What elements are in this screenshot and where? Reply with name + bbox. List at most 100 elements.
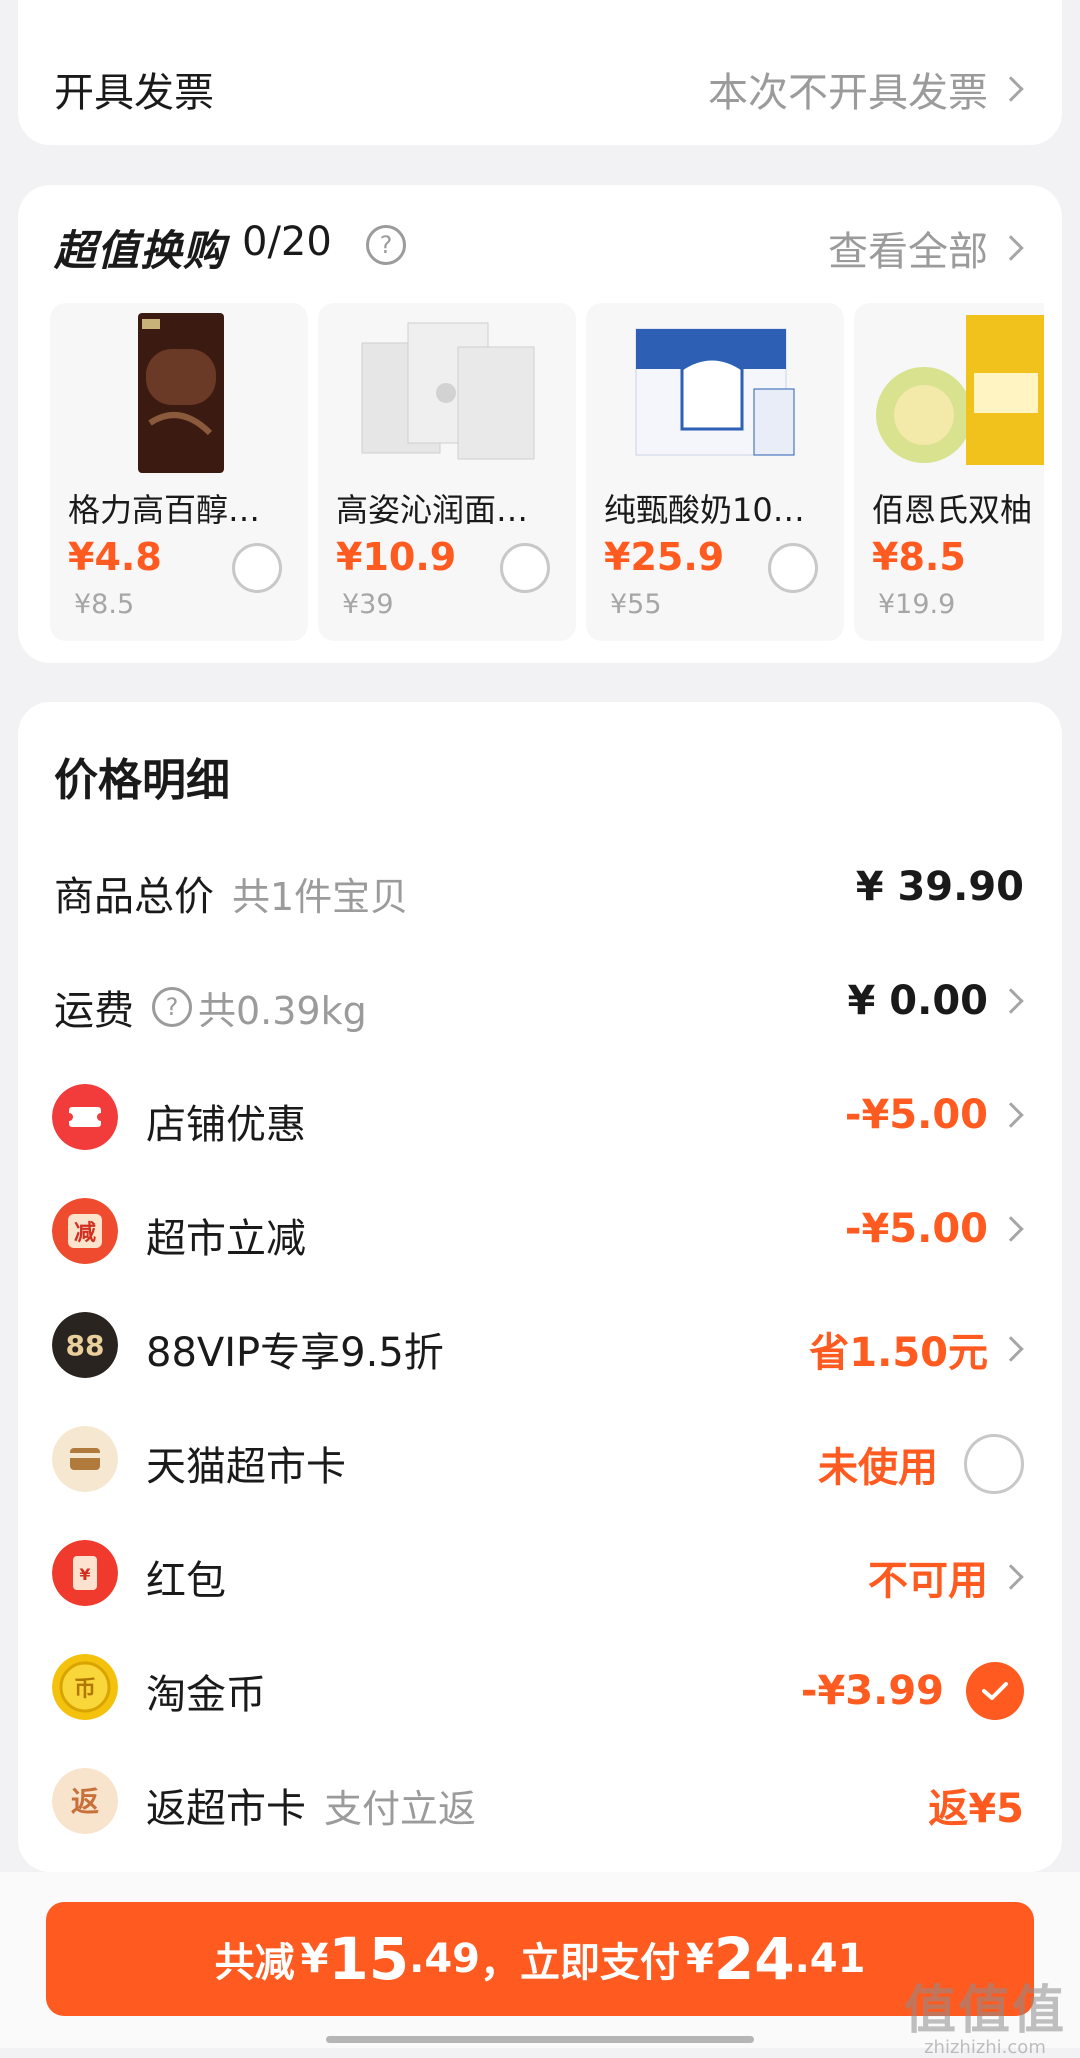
gold-coin-row[interactable]: 币 淘金币 -¥3.99 bbox=[18, 1648, 1062, 1728]
product-price: ¥8.5 bbox=[872, 535, 966, 579]
chevron-right-icon bbox=[998, 988, 1024, 1014]
product-image-face-mask bbox=[361, 322, 535, 460]
product-name: 纯甄酸奶10… bbox=[604, 491, 805, 529]
view-all-link[interactable]: 查看全部 bbox=[828, 219, 1024, 277]
chevron-right-icon bbox=[998, 1216, 1024, 1242]
shipping-weight: 共0.39kg bbox=[198, 988, 367, 1033]
gold-coin-icon-text: 币 bbox=[74, 1677, 96, 1702]
swap-count: 0/20 bbox=[242, 219, 332, 265]
product-image-juice bbox=[876, 315, 1044, 465]
invoice-title: 开具发票 bbox=[54, 70, 214, 116]
swap-section: 超值换购 0/20 ? 查看全部 格力高百醇… ¥4.8 ¥8.5 高姿沁润面…… bbox=[18, 185, 1062, 663]
tmall-card-radio[interactable] bbox=[964, 1434, 1024, 1494]
goods-total-label: 商品总价 bbox=[54, 874, 214, 920]
vip-88-icon: 88 bbox=[52, 1312, 118, 1378]
shipping-value: ¥ 0.00 bbox=[847, 978, 988, 1024]
gold-coin-value: -¥3.99 bbox=[800, 1668, 944, 1714]
product-price: ¥10.9 bbox=[336, 535, 457, 579]
pay-dec: .41 bbox=[794, 1936, 866, 1982]
goods-count: 共1件宝贝 bbox=[232, 875, 409, 919]
product-select-radio[interactable] bbox=[768, 543, 818, 593]
swap-title: 超值换购 bbox=[54, 226, 227, 275]
view-all-label: 查看全部 bbox=[828, 229, 988, 275]
product-original-price: ¥8.5 bbox=[74, 589, 135, 620]
pay-prefix: 共减 bbox=[214, 1940, 295, 1986]
shipping-label: 运费 bbox=[54, 988, 134, 1034]
chevron-right-icon bbox=[998, 1336, 1024, 1362]
vip-value: 省1.50元 bbox=[809, 1330, 988, 1376]
tmall-card-label: 天猫超市卡 bbox=[146, 1444, 346, 1490]
product-card[interactable]: 高姿沁润面… ¥10.9 ¥39 bbox=[318, 303, 576, 641]
vip-row[interactable]: 88 88VIP专享9.5折 省1.50元 bbox=[18, 1306, 1062, 1386]
jian-discount-icon: 减 bbox=[52, 1198, 118, 1264]
jian-discount-icon-text: 减 bbox=[74, 1220, 96, 1246]
chevron-right-icon bbox=[998, 76, 1024, 102]
pay-middle: ，立即支付 bbox=[480, 1940, 680, 1986]
product-card[interactable]: 格力高百醇… ¥4.8 ¥8.5 bbox=[50, 303, 308, 641]
product-original-price: ¥19.9 bbox=[878, 589, 956, 620]
chevron-right-icon bbox=[998, 235, 1024, 261]
chevron-right-icon bbox=[998, 1564, 1024, 1590]
market-discount-row[interactable]: 减 超市立减 -¥5.00 bbox=[18, 1192, 1062, 1272]
goods-total-row: 商品总价 共1件宝贝 ¥ 39.90 bbox=[18, 850, 1062, 930]
product-select-radio[interactable] bbox=[232, 543, 282, 593]
tmall-card-row[interactable]: 天猫超市卡 未使用 bbox=[18, 1420, 1062, 1500]
check-icon[interactable] bbox=[966, 1662, 1024, 1720]
red-packet-row[interactable]: ¥ 红包 不可用 bbox=[18, 1534, 1062, 1614]
shipping-row[interactable]: 运费 ? 共0.39kg ¥ 0.00 bbox=[18, 964, 1062, 1044]
red-packet-icon: ¥ bbox=[52, 1540, 118, 1606]
reduce-currency: ¥ bbox=[300, 1936, 329, 1982]
product-image-chocolate bbox=[138, 313, 224, 473]
question-circle-icon[interactable]: ? bbox=[366, 225, 406, 265]
pay-currency: ¥ bbox=[686, 1936, 714, 1982]
red-packet-value: 不可用 bbox=[868, 1558, 988, 1604]
rebate-icon-text: 返 bbox=[71, 1785, 99, 1818]
rebate-sub: 支付立返 bbox=[324, 1787, 477, 1831]
product-name: 格力高百醇… bbox=[68, 491, 261, 529]
product-select-radio[interactable] bbox=[500, 543, 550, 593]
product-price: ¥25.9 bbox=[604, 535, 725, 579]
store-discount-label: 店铺优惠 bbox=[146, 1102, 306, 1148]
product-name: 佰恩氏双柚 bbox=[872, 491, 1033, 529]
ticket-icon bbox=[52, 1084, 118, 1150]
pay-int: 24 bbox=[713, 1925, 795, 1993]
invoice-row[interactable]: 开具发票 本次不开具发票 bbox=[18, 0, 1062, 145]
reduce-int: 15 bbox=[328, 1925, 410, 1993]
product-card[interactable]: 佰恩氏双柚 ¥8.5 ¥19.9 bbox=[854, 303, 1044, 641]
chevron-right-icon bbox=[998, 1102, 1024, 1128]
rebate-row: 返 返超市卡 支付立返 返¥5 bbox=[18, 1762, 1062, 1842]
market-discount-label: 超市立减 bbox=[146, 1216, 306, 1262]
market-discount-value: -¥5.00 bbox=[844, 1206, 988, 1252]
invoice-value-text: 本次不开具发票 bbox=[708, 70, 988, 116]
tmall-card-value: 未使用 bbox=[818, 1445, 938, 1491]
reduce-dec: .49 bbox=[409, 1936, 480, 1982]
watermark: 值值值 zhizhizhi.com bbox=[904, 1968, 1066, 2058]
product-carousel[interactable]: 格力高百醇… ¥4.8 ¥8.5 高姿沁润面… ¥10.9 ¥39 纯甄酸奶10… bbox=[50, 303, 1044, 643]
product-image-yogurt bbox=[635, 328, 795, 456]
gold-coin-label: 淘金币 bbox=[146, 1672, 266, 1718]
store-discount-row[interactable]: 店铺优惠 -¥5.00 bbox=[18, 1078, 1062, 1158]
product-price: ¥4.8 bbox=[68, 535, 162, 579]
invoice-value[interactable]: 本次不开具发票 bbox=[708, 60, 1024, 118]
gold-coin-icon: 币 bbox=[52, 1654, 118, 1720]
product-name: 高姿沁润面… bbox=[336, 491, 529, 529]
product-card[interactable]: 纯甄酸奶10… ¥25.9 ¥55 bbox=[586, 303, 844, 641]
red-packet-label: 红包 bbox=[146, 1558, 226, 1604]
home-indicator bbox=[326, 2036, 754, 2043]
red-packet-icon-text: ¥ bbox=[79, 1565, 90, 1584]
product-original-price: ¥39 bbox=[342, 589, 394, 620]
card-icon bbox=[52, 1426, 118, 1492]
vip-label: 88VIP专享9.5折 bbox=[146, 1330, 444, 1376]
rebate-value: 返¥5 bbox=[928, 1786, 1024, 1832]
pay-button[interactable]: 共减 ¥ 15 .49 ，立即支付 ¥ 24 .41 bbox=[46, 1902, 1034, 2016]
rebate-label: 返超市卡 bbox=[146, 1786, 306, 1832]
goods-total-value: ¥ 39.90 bbox=[855, 864, 1024, 910]
question-circle-icon[interactable]: ? bbox=[152, 987, 192, 1027]
pay-bar: 共减 ¥ 15 .49 ，立即支付 ¥ 24 .41 值值值 zhizhizhi… bbox=[0, 1872, 1080, 2058]
store-discount-value: -¥5.00 bbox=[844, 1092, 988, 1138]
watermark-main: 值值值 bbox=[903, 1981, 1066, 2041]
rebate-icon: 返 bbox=[52, 1768, 118, 1834]
vip-88-icon-text: 88 bbox=[66, 1329, 105, 1362]
product-original-price: ¥55 bbox=[610, 589, 662, 620]
price-details-title: 价格明细 bbox=[54, 755, 230, 806]
